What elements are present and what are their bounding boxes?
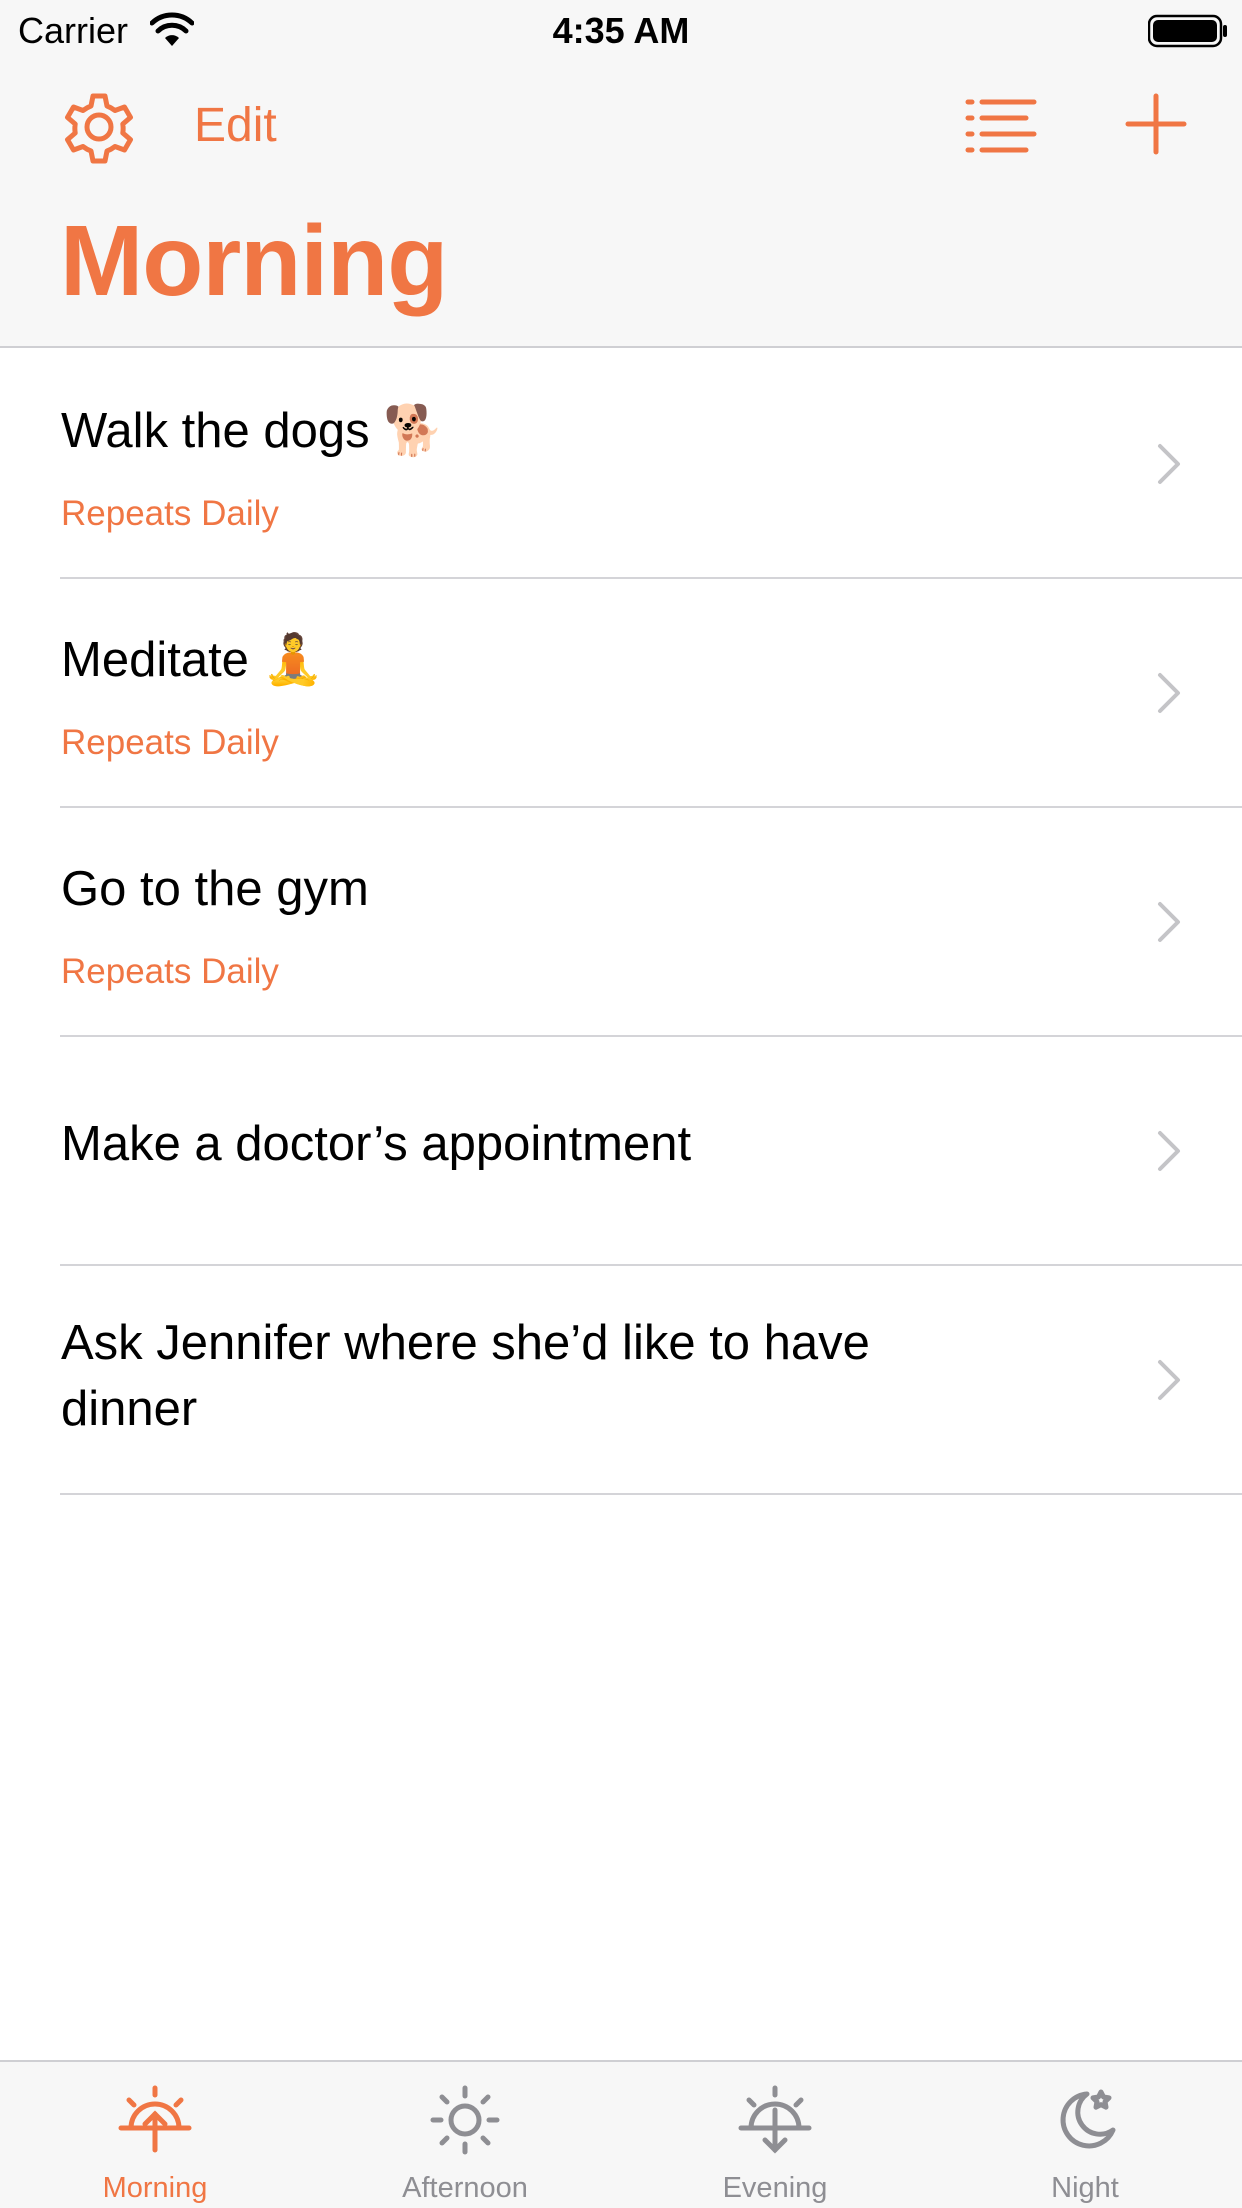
task-repeat-label: Repeats Daily xyxy=(61,494,279,533)
task-row[interactable]: Make a doctor’s appointment xyxy=(0,1037,1242,1266)
tab-morning[interactable]: Morning xyxy=(0,2062,310,2208)
task-title: Make a doctor’s appointment xyxy=(61,1117,692,1171)
page-title: Morning xyxy=(60,205,448,317)
task-row[interactable]: Ask Jennifer where she’d like to have di… xyxy=(0,1266,1242,1495)
edit-button[interactable]: Edit xyxy=(194,98,277,153)
task-list: Walk the dogs 🐕 Repeats Daily Meditate 🧘… xyxy=(0,350,1242,1495)
tab-label: Evening xyxy=(722,2172,828,2204)
tab-label: Afternoon xyxy=(402,2172,528,2204)
settings-gear-icon[interactable] xyxy=(56,84,142,170)
tab-label: Night xyxy=(1051,2172,1119,2204)
sun-icon xyxy=(430,2085,500,2155)
battery-icon xyxy=(1148,14,1227,48)
app-screen: Carrier 4:35 AM Edit Morning Walk the do… xyxy=(0,0,1242,2208)
tab-evening[interactable]: Evening xyxy=(620,2062,930,2208)
task-title: Go to the gym xyxy=(61,862,369,916)
tab-label: Morning xyxy=(102,2172,208,2204)
task-title: Walk the dogs 🐕 xyxy=(61,404,445,458)
sunset-icon xyxy=(738,2085,812,2154)
task-row[interactable]: Walk the dogs 🐕 Repeats Daily xyxy=(0,350,1242,579)
task-row[interactable]: Meditate 🧘 Repeats Daily xyxy=(0,579,1242,808)
status-time: 4:35 AM xyxy=(552,10,690,51)
chevron-right-icon xyxy=(1158,902,1180,942)
sunrise-icon xyxy=(118,2085,192,2153)
navigation-header: Edit Morning xyxy=(0,64,1242,348)
chevron-right-icon xyxy=(1158,673,1180,713)
add-icon[interactable] xyxy=(1124,92,1188,156)
task-row[interactable]: Go to the gym Repeats Daily xyxy=(0,808,1242,1037)
chevron-right-icon xyxy=(1158,1131,1180,1171)
tab-afternoon[interactable]: Afternoon xyxy=(310,2062,620,2208)
sort-list-icon[interactable] xyxy=(964,94,1038,160)
task-title: Ask Jennifer where she’d like to have di… xyxy=(61,1316,870,1436)
chevron-right-icon xyxy=(1158,444,1180,484)
task-repeat-label: Repeats Daily xyxy=(61,952,279,991)
tab-night[interactable]: Night xyxy=(930,2062,1240,2208)
task-title: Meditate 🧘 xyxy=(61,633,324,687)
chevron-right-icon xyxy=(1158,1360,1180,1400)
task-repeat-label: Repeats Daily xyxy=(61,723,279,762)
tab-bar: Morning Afternoon Evening Night xyxy=(0,2060,1242,2208)
moon-star-icon xyxy=(1060,2089,1116,2149)
status-bar: Carrier 4:35 AM xyxy=(0,0,1242,64)
